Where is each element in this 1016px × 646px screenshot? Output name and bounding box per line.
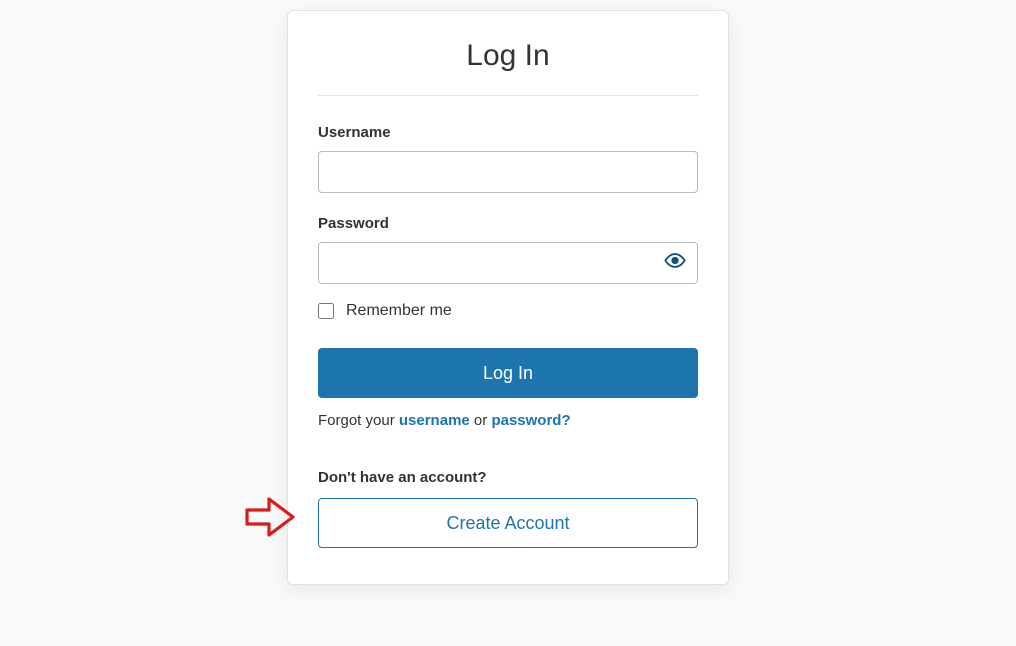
page-title: Log In <box>318 39 698 96</box>
forgot-password-link[interactable]: password? <box>491 412 570 429</box>
username-group: Username <box>318 124 698 193</box>
create-account-button[interactable]: Create Account <box>318 498 698 548</box>
forgot-or: or <box>470 412 492 429</box>
login-button[interactable]: Log In <box>318 348 698 398</box>
remember-row: Remember me <box>318 302 698 320</box>
password-group: Password <box>318 215 698 284</box>
show-password-icon[interactable] <box>664 250 686 277</box>
remember-checkbox[interactable] <box>318 303 334 319</box>
username-input[interactable] <box>318 151 698 193</box>
no-account-label: Don't have an account? <box>318 469 698 486</box>
forgot-username-link[interactable]: username <box>399 412 470 429</box>
login-card: Log In Username Password Remember me Log… <box>287 10 729 585</box>
remember-label[interactable]: Remember me <box>346 302 452 320</box>
password-input[interactable] <box>318 242 698 284</box>
forgot-row: Forgot your username or password? <box>318 412 698 429</box>
forgot-prefix: Forgot your <box>318 412 399 429</box>
password-label: Password <box>318 215 698 232</box>
password-input-wrap <box>318 242 698 284</box>
username-label: Username <box>318 124 698 141</box>
